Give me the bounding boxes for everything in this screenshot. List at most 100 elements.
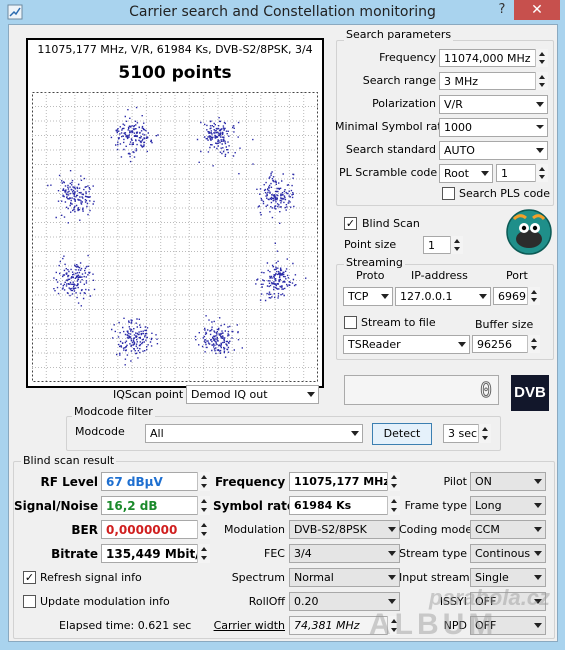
rolloff-label: RollOff	[248, 595, 285, 608]
iqscan-point-label: IQScan point	[113, 388, 184, 401]
pl-scramble-label: PL Scramble code	[339, 166, 438, 179]
spectrum-value: Normal	[294, 571, 334, 584]
input-stream-label: Input stream	[399, 571, 470, 584]
frame-type-value: Long	[475, 499, 502, 512]
point-size-spin[interactable]	[450, 236, 463, 254]
plot-header: 11075,177 MHz, V/R, 61984 Ks, DVB-S2/8PS…	[37, 43, 313, 56]
min-symbol-rate-value: 1000	[444, 121, 472, 134]
dialog-client: 11075,177 MHz, V/R, 61984 Ks, DVB-S2/8PS…	[8, 24, 558, 642]
chevron-down-icon	[479, 294, 487, 299]
chevron-down-icon	[534, 623, 542, 628]
proto-select[interactable]: TCP	[343, 287, 393, 306]
update-modulation-checkbox[interactable]	[23, 595, 36, 608]
chevron-down-icon	[307, 392, 315, 397]
bitrate-value: 135,449 Mbit/s	[101, 544, 210, 563]
rf-level-value: 67 dBµV	[101, 472, 210, 491]
close-button[interactable]: ✕	[514, 0, 560, 20]
refresh-signal-checkbox[interactable]: ✓	[23, 571, 36, 584]
pl-scramble-spin[interactable]	[535, 164, 548, 182]
window-title: Carrier search and Constellation monitor…	[129, 4, 436, 20]
frequency-input[interactable]: 11074,000 MHz	[439, 49, 548, 67]
search-standard-select[interactable]: AUTO	[439, 141, 548, 160]
symbol-rate-label: Symbol rate	[213, 499, 295, 513]
carrier-width-link[interactable]: Carrier width	[209, 619, 285, 632]
frame-type-select[interactable]: Long	[470, 496, 546, 515]
chevron-down-icon	[351, 431, 359, 436]
modcode-value: All	[150, 427, 164, 440]
chevron-down-icon	[534, 527, 542, 532]
stream-target-select[interactable]: TSReader	[343, 335, 470, 354]
result-frequency-value: 11075,177 MHz	[289, 472, 400, 491]
ip-address-value: 127.0.0.1	[400, 290, 453, 303]
pilot-select[interactable]: ON	[470, 472, 546, 491]
buffer-size-spin[interactable]	[527, 335, 540, 353]
chevron-down-icon	[388, 599, 396, 604]
bitrate-spin[interactable]	[197, 544, 210, 563]
rf-level-spin[interactable]	[197, 472, 210, 491]
detect-button[interactable]: Detect	[372, 423, 432, 445]
pl-scramble-select[interactable]: Root	[439, 164, 493, 183]
stream-type-select[interactable]: Continous	[470, 544, 546, 563]
frequency-spin[interactable]	[535, 49, 548, 67]
port-header: Port	[506, 269, 528, 282]
chevron-down-icon	[388, 551, 396, 556]
dvb-logo: DVB	[511, 375, 549, 411]
ip-address-select[interactable]: 127.0.0.1	[395, 287, 491, 306]
spectrum-select[interactable]: Normal	[289, 568, 400, 587]
counter-value: 0	[479, 378, 492, 403]
watermark-line2: ALBUM	[369, 608, 498, 641]
ber-spin[interactable]	[197, 520, 210, 539]
fec-select[interactable]: 3/4	[289, 544, 400, 563]
ip-address-header: IP-address	[411, 269, 468, 282]
counter-display: 0	[344, 375, 499, 405]
result-frequency-label: Frequency	[215, 475, 286, 489]
port-spin[interactable]	[527, 287, 540, 305]
bitrate-label: Bitrate	[51, 547, 98, 561]
min-symbol-rate-select[interactable]: 1000	[439, 118, 548, 137]
snr-spin[interactable]	[197, 496, 210, 515]
chevron-down-icon	[388, 575, 396, 580]
proto-value: TCP	[348, 290, 369, 303]
min-symbol-rate-label: Minimal Symbol rate	[335, 120, 449, 133]
chevron-down-icon	[536, 102, 544, 107]
iqscan-point-select[interactable]: Demod IQ out	[186, 385, 319, 404]
polarization-select[interactable]: V/R	[439, 95, 548, 114]
snr-label: Signal/Noise	[14, 499, 99, 513]
dvb-logo-text: DVB	[514, 384, 546, 401]
pl-scramble-value: Root	[444, 167, 469, 180]
search-range-spin[interactable]	[535, 72, 548, 90]
search-standard-value: AUTO	[444, 144, 475, 157]
search-range-input[interactable]: 3 MHz	[439, 72, 548, 90]
elapsed-time: Elapsed time: 0.621 sec	[59, 619, 192, 632]
spectrum-label: Spectrum	[231, 571, 285, 584]
point-size-label: Point size	[344, 238, 397, 251]
frequency-label: Frequency	[379, 51, 436, 64]
polarization-value: V/R	[444, 98, 463, 111]
blind-scan-result-title: Blind scan result	[21, 454, 117, 467]
coding-mode-value: CCM	[475, 523, 500, 536]
rf-level-label: RF Level	[40, 475, 98, 489]
coding-mode-select[interactable]: CCM	[470, 520, 546, 539]
blind-scan-checkbox[interactable]: ✓	[344, 217, 357, 230]
chevron-down-icon	[534, 479, 542, 484]
chevron-down-icon	[534, 575, 542, 580]
stream-to-file-checkbox[interactable]	[344, 316, 357, 329]
search-pls-checkbox[interactable]	[442, 187, 455, 200]
chevron-down-icon	[381, 294, 389, 299]
blind-scan-label: Blind Scan	[362, 217, 420, 230]
pilot-value: ON	[475, 475, 492, 488]
symbol-rate-value: 61984 Ks	[289, 496, 400, 515]
stream-target-value: TSReader	[348, 338, 401, 351]
constellation-plot	[32, 92, 318, 382]
pilot-label: Pilot	[443, 475, 467, 488]
interval-spin[interactable]	[478, 424, 491, 443]
modcode-filter-title: Modcode filter	[72, 405, 155, 418]
search-pls-label: Search PLS code	[459, 187, 551, 200]
coding-mode-label: Coding mode	[399, 523, 473, 536]
update-modulation-label: Update modulation info	[40, 595, 170, 608]
modulation-select[interactable]: DVB-S2/8PSK	[289, 520, 400, 539]
help-button[interactable]: ?	[492, 0, 512, 20]
buffer-size-label: Buffer size	[475, 318, 534, 331]
modcode-select[interactable]: All	[145, 424, 363, 443]
fec-label: FEC	[264, 547, 285, 560]
